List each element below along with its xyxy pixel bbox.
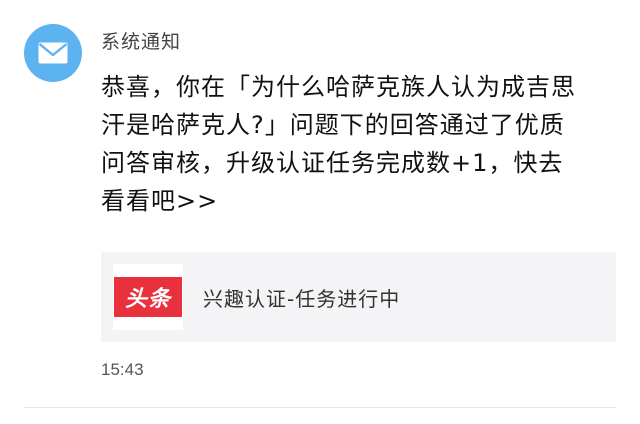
message-line: 恭喜，你在「为什么哈萨克族人认为成吉思 <box>101 73 576 101</box>
message-line: 看看吧>> <box>101 187 219 215</box>
envelope-icon <box>38 42 68 64</box>
task-card[interactable]: 头条 兴趣认证-任务进行中 <box>101 252 616 342</box>
message-line: 汗是哈萨克人?」问题下的回答通过了优质 <box>101 111 565 139</box>
sender-name: 系统通知 <box>101 31 182 53</box>
notification-page: 系统通知 恭喜，你在「为什么哈萨克族人认为成吉思 汗是哈萨克人?」问题下的回答通… <box>0 0 640 424</box>
avatar <box>24 24 82 82</box>
timestamp: 15:43 <box>101 360 144 379</box>
divider <box>24 407 616 408</box>
card-title: 兴趣认证-任务进行中 <box>203 286 401 311</box>
toutiao-logo-text: 头条 <box>114 277 182 317</box>
message-line: 问答审核，升级认证任务完成数+1，快去 <box>101 149 564 177</box>
message-text[interactable]: 恭喜，你在「为什么哈萨克族人认为成吉思 汗是哈萨克人?」问题下的回答通过了优质 … <box>101 68 601 220</box>
toutiao-logo: 头条 <box>113 264 183 330</box>
